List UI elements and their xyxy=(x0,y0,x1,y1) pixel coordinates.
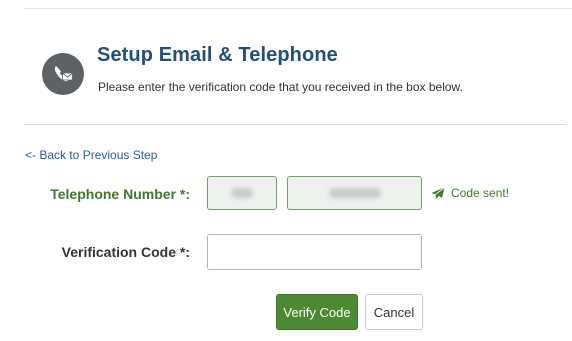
setup-email-telephone-page: Setup Email & Telephone Please enter the… xyxy=(0,0,572,341)
verification-code-label: Verification Code *: xyxy=(61,244,190,260)
section-divider xyxy=(24,124,566,125)
verification-code-input[interactable] xyxy=(207,234,422,270)
telephone-number-label: Telephone Number *: xyxy=(50,186,190,202)
code-sent-text: Code sent! xyxy=(451,186,510,200)
cancel-button[interactable]: Cancel xyxy=(365,294,423,330)
paper-plane-icon xyxy=(431,186,445,199)
verify-code-button[interactable]: Verify Code xyxy=(276,294,358,330)
telephone-number-field[interactable] xyxy=(287,176,422,210)
phone-envelope-icon xyxy=(42,53,84,95)
code-sent-status: Code sent! xyxy=(431,186,509,200)
top-divider xyxy=(24,8,572,9)
redacted-telephone-number xyxy=(328,188,381,198)
back-to-previous-step-link[interactable]: <- Back to Previous Step xyxy=(25,148,157,162)
page-title: Setup Email & Telephone xyxy=(97,44,338,66)
page-subtitle: Please enter the verification code that … xyxy=(98,80,463,94)
redacted-area-code xyxy=(231,188,253,198)
telephone-area-code-field[interactable] xyxy=(207,176,277,210)
